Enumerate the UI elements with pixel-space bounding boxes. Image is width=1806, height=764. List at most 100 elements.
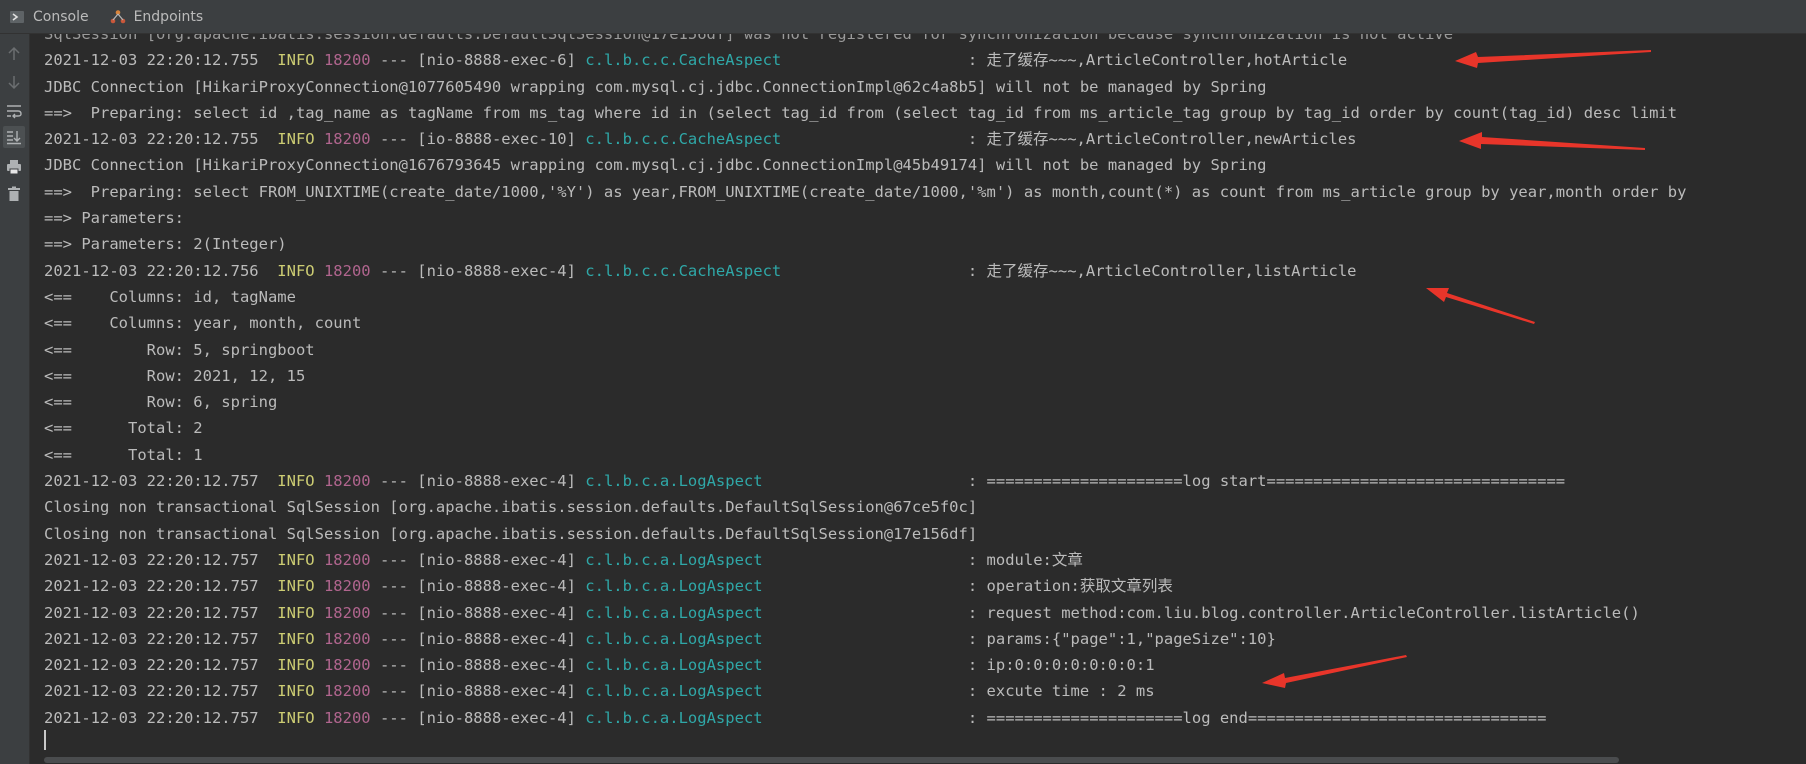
log-segment: 2021-12-03 22:20:12.757 — [44, 656, 278, 675]
log-segment: <== Total: 2 — [44, 419, 203, 438]
log-segment — [315, 656, 324, 674]
tab-console[interactable]: Console — [0, 0, 101, 33]
log-segment: 2021-12-03 22:20:12.755 — [44, 130, 278, 149]
log-line: <== Total: 1 — [44, 442, 1686, 468]
log-line: <== Columns: id, tagName — [44, 284, 1686, 310]
tab-endpoints[interactable]: Endpoints — [101, 0, 216, 33]
log-segment: c.l.b.c.a.LogAspect — [585, 472, 959, 491]
log-segment — [315, 577, 324, 595]
log-segment — [315, 604, 324, 622]
log-segment: INFO — [277, 708, 315, 727]
log-segment: : operation:获取文章列表 — [958, 577, 1173, 596]
log-line: 2021-12-03 22:20:12.757 INFO 18200 --- [… — [44, 678, 1686, 704]
log-line: <== Row: 5, springboot — [44, 337, 1686, 363]
log-segment: 2021-12-03 22:20:12.757 — [44, 472, 278, 491]
log-segment: : excute time : 2 ms — [958, 682, 1155, 701]
log-segment: <== Row: 2021, 12, 15 — [44, 366, 306, 385]
log-segment — [315, 709, 324, 727]
log-segment: c.l.b.c.a.LogAspect — [585, 550, 959, 569]
log-segment: --- [nio-8888-exec-4] — [370, 656, 586, 675]
log-segment: ==> Parameters: — [44, 209, 194, 228]
log-segment: 2021-12-03 22:20:12.757 — [44, 629, 278, 648]
log-segment: SqlSession [org.apache.ibatis.session.de… — [44, 34, 1454, 43]
log-segment: 2021-12-03 22:20:12.757 — [44, 603, 278, 622]
up-arrow-icon[interactable] — [3, 43, 25, 65]
horizontal-scrollbar[interactable] — [30, 756, 1806, 764]
log-segment: 18200 — [323, 708, 371, 727]
log-line: 2021-12-03 22:20:12.757 INFO 18200 --- [… — [44, 705, 1686, 731]
log-segment: INFO — [277, 550, 315, 569]
log-segment: 18200 — [323, 472, 371, 491]
log-segment: Closing non transactional SqlSession [or… — [44, 498, 978, 517]
log-segment: INFO — [277, 629, 315, 648]
down-arrow-icon[interactable] — [3, 71, 25, 93]
log-segment: 18200 — [323, 629, 371, 648]
log-segment: 18200 — [323, 51, 371, 70]
scroll-to-end-icon[interactable] — [3, 126, 25, 148]
log-line: <== Total: 2 — [44, 415, 1686, 441]
console-icon — [9, 9, 25, 25]
log-line: SqlSession [org.apache.ibatis.session.de… — [44, 34, 1686, 47]
log-line: JDBC Connection [HikariProxyConnection@1… — [44, 74, 1686, 100]
log-line: <== Columns: year, month, count — [44, 310, 1686, 336]
log-segment — [315, 472, 324, 490]
log-segment: JDBC Connection [HikariProxyConnection@1… — [44, 156, 1267, 175]
log-segment: <== Row: 5, springboot — [44, 340, 315, 359]
log-segment — [315, 682, 324, 700]
log-segment: --- [nio-8888-exec-4] — [370, 629, 586, 648]
log-segment: INFO — [277, 51, 315, 70]
log-segment: INFO — [277, 682, 315, 701]
log-line: 2021-12-03 22:20:12.757 INFO 18200 --- [… — [44, 600, 1686, 626]
log-segment — [315, 130, 324, 148]
log-segment: 2021-12-03 22:20:12.757 — [44, 577, 278, 596]
log-line: Closing non transactional SqlSession [or… — [44, 521, 1686, 547]
log-line: ==> Preparing: select id ,tag_name as ta… — [44, 100, 1686, 126]
trash-icon[interactable] — [3, 183, 25, 205]
log-segment — [315, 262, 324, 280]
log-segment: c.l.b.c.a.LogAspect — [585, 656, 959, 675]
log-line: 2021-12-03 22:20:12.756 INFO 18200 --- [… — [44, 258, 1686, 284]
log-segment: Closing non transactional SqlSession [or… — [44, 524, 978, 543]
soft-wrap-icon[interactable] — [3, 100, 25, 122]
print-icon[interactable] — [3, 156, 25, 178]
scrollbar-thumb[interactable] — [44, 757, 1619, 763]
log-line: ==> Parameters: — [44, 205, 1686, 231]
log-segment: --- [io-8888-exec-10] — [370, 130, 586, 149]
console-output[interactable]: SqlSession [org.apache.ibatis.session.de… — [30, 34, 1806, 756]
log-line: <== Row: 6, spring — [44, 389, 1686, 415]
log-segment: <== Total: 1 — [44, 445, 203, 464]
log-line: 2021-12-03 22:20:12.755 INFO 18200 --- [… — [44, 47, 1686, 73]
tab-console-label: Console — [33, 8, 89, 25]
log-segment: : 走了缓存~~~,ArticleController,listArticle — [958, 261, 1357, 280]
log-segment: 2021-12-03 22:20:12.756 — [44, 261, 278, 280]
log-segment: 18200 — [323, 656, 371, 675]
log-segment — [315, 51, 324, 69]
log-segment: c.l.b.c.c.CacheAspect — [585, 51, 959, 70]
text-caret — [44, 730, 46, 750]
log-segment: 18200 — [323, 682, 371, 701]
log-segment: 18200 — [323, 550, 371, 569]
log-segment: JDBC Connection [HikariProxyConnection@1… — [44, 77, 1267, 96]
log-segment: INFO — [277, 130, 315, 149]
log-line: 2021-12-03 22:20:12.757 INFO 18200 --- [… — [44, 573, 1686, 599]
log-segment: c.l.b.c.c.CacheAspect — [585, 261, 959, 280]
log-segment: --- [nio-8888-exec-4] — [370, 472, 586, 491]
log-segment: INFO — [277, 472, 315, 491]
log-segment: 18200 — [323, 261, 371, 280]
log-segment: INFO — [277, 656, 315, 675]
log-line: 2021-12-03 22:20:12.757 INFO 18200 --- [… — [44, 468, 1686, 494]
log-segment: : 走了缓存~~~,ArticleController,newArticles — [958, 130, 1357, 149]
log-line: 2021-12-03 22:20:12.755 INFO 18200 --- [… — [44, 126, 1686, 152]
log-line: ==> Preparing: select FROM_UNIXTIME(crea… — [44, 179, 1686, 205]
log-segment: --- [nio-8888-exec-4] — [370, 708, 586, 727]
console-toolbar — [0, 34, 30, 764]
log-segment: c.l.b.c.a.LogAspect — [585, 682, 959, 701]
log-segment: INFO — [277, 577, 315, 596]
log-segment: : params:{"page":1,"pageSize":10} — [958, 629, 1276, 648]
log-line: 2021-12-03 22:20:12.757 INFO 18200 --- [… — [44, 626, 1686, 652]
tab-endpoints-label: Endpoints — [133, 8, 204, 25]
log-segment: c.l.b.c.a.LogAspect — [585, 708, 959, 727]
log-segment: : request method:com.liu.blog.controller… — [958, 603, 1640, 622]
log-segment: --- [nio-8888-exec-4] — [370, 261, 586, 280]
log-segment: 2021-12-03 22:20:12.757 — [44, 682, 278, 701]
